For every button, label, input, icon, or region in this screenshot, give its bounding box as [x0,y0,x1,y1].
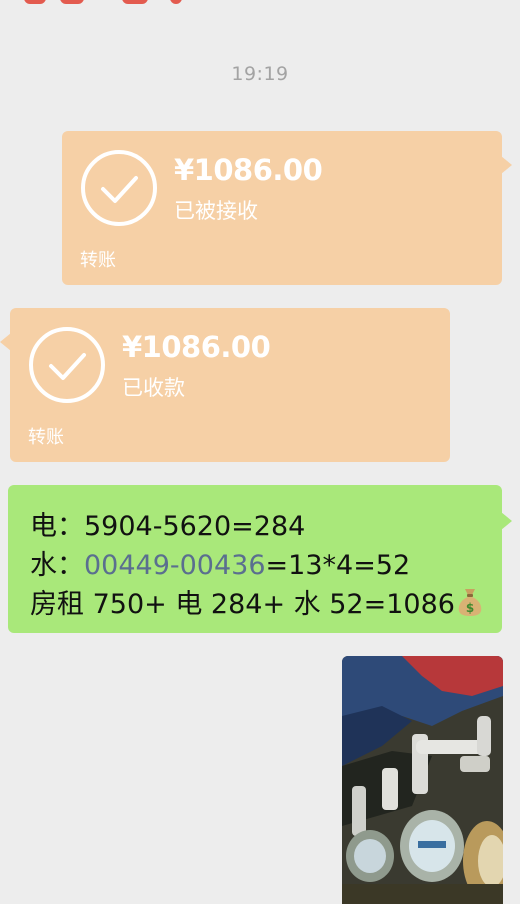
total-text: 房租 750+ 电 284+ 水 52=1086 [30,589,455,620]
bubble-tail [501,512,512,530]
message-line-electricity: 电：5904-5620=284 [30,511,306,542]
header-fragment [24,0,46,4]
message-line-total: 房租 750+ 电 284+ 水 52=1086 $ [30,582,483,624]
transfer-status: 已收款 [122,376,185,400]
text-message-bubble[interactable]: 电：5904-5620=284 水：00449-00436=13*4=52 房租… [8,485,512,633]
transfer-status: 已被接收 [174,199,258,223]
header-fragment [60,0,84,4]
message-timestamp: 19:19 [231,63,289,85]
bubble-tail [0,333,11,351]
transfer-amount: ¥1086.00 [174,153,323,187]
transfer-label: 转账 [28,427,64,448]
transfer-amount: ¥1086.00 [122,330,271,364]
water-calc: =13*4=52 [265,550,411,581]
transfer-bubble-sent[interactable]: ¥1086.00 已被接收 转账 [62,131,512,285]
svg-text:$: $ [466,601,474,615]
header-fragment [122,0,148,4]
phone-number-link[interactable]: 00449-00436 [84,550,266,581]
check-circle-icon [80,149,158,227]
header-fragment [170,0,182,4]
message-line-water: 水：00449-00436=13*4=52 [30,543,410,582]
bubble-tail [501,156,512,174]
transfer-label: 转账 [80,250,116,271]
transfer-bubble-received[interactable]: ¥1086.00 已收款 转账 [0,308,450,462]
check-circle-icon [28,326,106,404]
water-label: 水： [30,550,84,581]
image-message-meter-photo[interactable] [342,656,503,904]
money-bag-icon: $ [457,587,483,624]
top-header-remnant [0,0,520,10]
